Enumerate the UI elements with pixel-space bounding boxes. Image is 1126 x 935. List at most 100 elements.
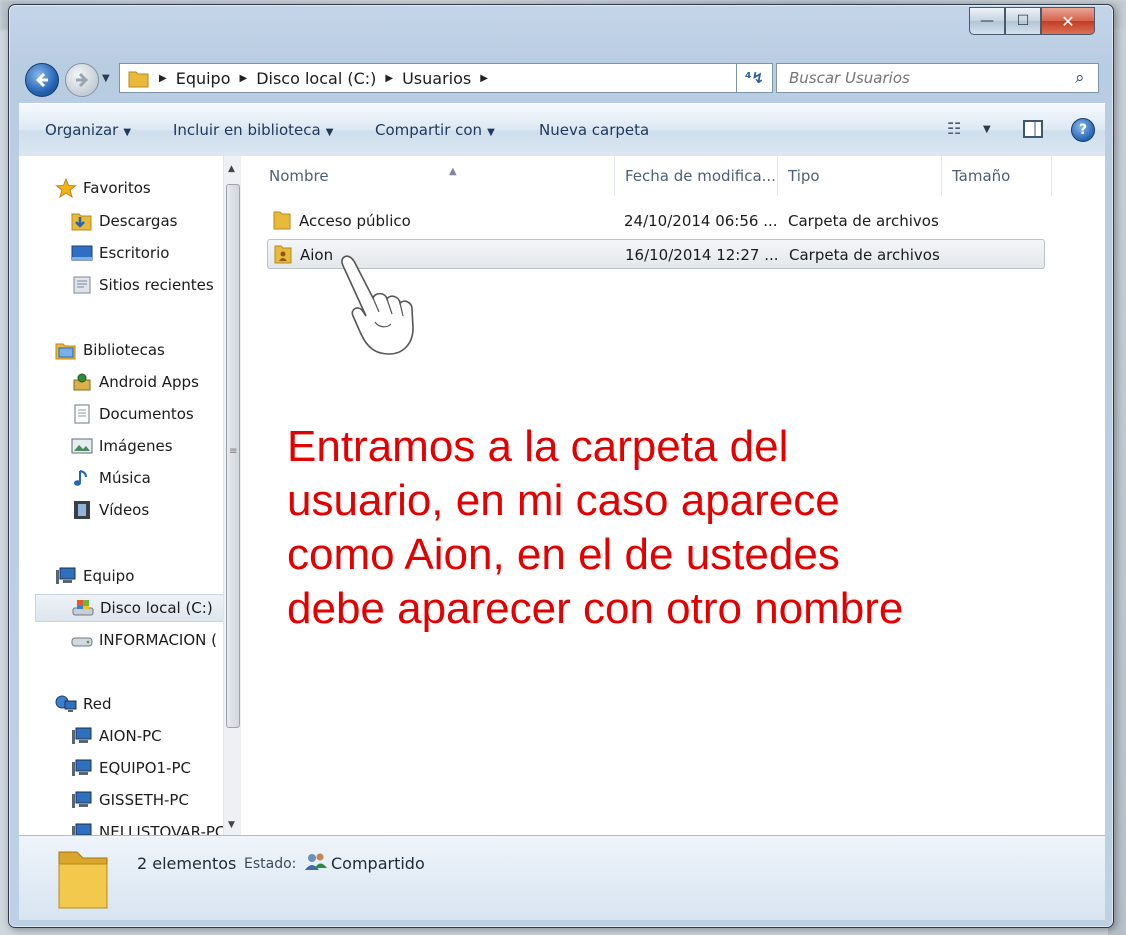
change-view-icon[interactable]: ☷ — [947, 119, 961, 138]
help-icon[interactable]: ? — [1071, 118, 1095, 142]
annotation-line-4: debe aparecer con otro nombre — [287, 584, 904, 633]
organize-label: Organizar — [45, 121, 119, 139]
breadcrumb-separator-icon[interactable]: ▶ — [240, 73, 248, 84]
state-value: Compartido — [331, 854, 425, 873]
search-input[interactable] — [776, 63, 1099, 93]
breadcrumb-disco-local[interactable]: Disco local (C:) — [256, 69, 376, 88]
star-icon — [55, 177, 77, 199]
computer-icon — [71, 758, 93, 778]
nav-pc-aion[interactable]: AION-PC — [71, 722, 162, 750]
share-with-button[interactable]: Compartir con ▼ — [375, 121, 495, 139]
breadcrumb-usuarios[interactable]: Usuarios — [402, 69, 471, 88]
nav-android-apps[interactable]: Android Apps — [71, 368, 199, 396]
breadcrumb-equipo[interactable]: Equipo — [176, 69, 231, 88]
nav-videos[interactable]: Vídeos — [71, 496, 149, 524]
nav-desktop[interactable]: Escritorio — [71, 239, 169, 267]
column-name-label: Nombre — [269, 167, 329, 185]
network-icon — [55, 694, 77, 714]
nav-favorites[interactable]: Favoritos — [55, 174, 151, 202]
recent-places-icon — [71, 275, 93, 295]
organize-button[interactable]: Organizar ▼ — [45, 121, 131, 139]
nav-info-drive-label: INFORMACION ( — [99, 631, 217, 649]
file-date: 16/10/2014 12:27 ... — [625, 246, 779, 264]
file-date: 24/10/2014 06:56 ... — [624, 212, 778, 230]
address-row: ▼ ▶ Equipo ▶ Disco local (C:) ▶ Usuarios… — [9, 59, 1113, 99]
maximize-button[interactable]: ☐ — [1005, 7, 1041, 35]
nav-pc-gisseth[interactable]: GISSETH-PC — [71, 786, 189, 814]
scroll-down-icon[interactable]: ▼ — [228, 820, 235, 830]
file-row[interactable]: Acceso público 24/10/2014 06:56 ... Carp… — [267, 206, 1045, 236]
pointing-hand-icon — [341, 255, 414, 355]
scroll-up-icon[interactable]: ▲ — [228, 164, 235, 174]
annotation-line-3: como Aion, en el de ustedes — [287, 530, 840, 579]
nav-music-label: Música — [99, 469, 151, 487]
nav-info-drive[interactable]: INFORMACION ( — [71, 626, 217, 654]
column-header-name[interactable]: Nombre ▲ — [259, 156, 615, 196]
breadcrumb-separator-icon[interactable]: ▶ — [480, 73, 488, 84]
computer-icon — [55, 566, 77, 586]
column-header-type[interactable]: Tipo — [778, 156, 942, 196]
nav-android-label: Android Apps — [99, 373, 199, 391]
nav-music[interactable]: Música — [71, 464, 151, 492]
music-note-icon — [71, 468, 93, 488]
explorer-window: — ☐ ✕ ▼ ▶ Equipo ▶ Disco local (C:) ▶ Us… — [8, 4, 1114, 928]
forward-button[interactable] — [65, 63, 99, 97]
refresh-button[interactable]: ⁴↯ — [736, 63, 773, 93]
film-icon — [71, 500, 93, 520]
scroll-grip-icon: ≡ — [229, 446, 238, 457]
breadcrumb-separator-icon[interactable]: ▶ — [159, 73, 167, 84]
user-folder-icon — [274, 245, 292, 264]
nav-recent-label: Sitios recientes — [99, 276, 214, 294]
nav-images[interactable]: Imágenes — [71, 432, 173, 460]
computer-icon — [71, 822, 93, 835]
include-in-library-button[interactable]: Incluir en biblioteca ▼ — [173, 121, 333, 139]
column-header-date[interactable]: Fecha de modifica... — [615, 156, 778, 196]
nav-downloads-label: Descargas — [99, 212, 178, 230]
history-dropdown-icon[interactable]: ▼ — [102, 73, 110, 84]
preview-pane-icon[interactable] — [1023, 120, 1043, 138]
nav-computer[interactable]: Equipo — [55, 562, 134, 590]
computer-icon — [71, 726, 93, 746]
nav-documents[interactable]: Documentos — [71, 400, 194, 428]
desktop-icon — [71, 243, 93, 263]
nav-local-disk[interactable]: Disco local (C:) — [35, 594, 235, 622]
nav-recent-places[interactable]: Sitios recientes — [71, 271, 214, 299]
nav-libraries-label: Bibliotecas — [83, 341, 165, 359]
nav-libraries[interactable]: Bibliotecas — [55, 336, 165, 364]
documents-icon — [71, 404, 93, 424]
annotation-line-1: Entramos a la carpeta del — [287, 422, 789, 471]
search-icon[interactable]: ⌕ — [1075, 68, 1085, 88]
arrow-right-icon — [76, 72, 89, 88]
folder-icon — [128, 71, 149, 88]
nav-videos-label: Vídeos — [99, 501, 150, 519]
arrow-left-icon — [35, 72, 48, 88]
command-bar: Organizar ▼ Incluir en biblioteca ▼ Compar… — [19, 103, 1105, 157]
column-header-size[interactable]: Tamaño — [942, 156, 1052, 196]
file-name: Acceso público — [299, 212, 411, 230]
nav-pc-nellistovar[interactable]: NELLISTOVAR-PC — [71, 818, 225, 835]
chevron-down-icon: ▼ — [487, 127, 495, 138]
file-list: Nombre ▲ Fecha de modifica... Tipo Tamañ… — [241, 156, 1105, 835]
share-label: Compartir con — [375, 121, 483, 139]
new-folder-button[interactable]: Nueva carpeta — [539, 121, 649, 139]
nav-desktop-label: Escritorio — [99, 244, 170, 262]
chevron-down-icon[interactable]: ▼ — [983, 124, 991, 135]
nav-downloads[interactable]: Descargas — [71, 207, 177, 235]
breadcrumb-separator-icon[interactable]: ▶ — [385, 73, 393, 84]
include-label: Incluir en biblioteca — [173, 121, 321, 139]
item-count: 2 elementos — [137, 854, 237, 873]
shared-users-icon — [305, 853, 327, 870]
close-button[interactable]: ✕ — [1041, 7, 1095, 35]
nav-pc-nellistovar-label: NELLISTOVAR-PC — [99, 823, 226, 835]
minimize-button[interactable]: — — [969, 7, 1005, 35]
nav-scrollbar[interactable]: ▲ ≡ ▼ — [223, 156, 241, 835]
nav-local-disk-label: Disco local (C:) — [100, 599, 213, 617]
nav-pc-equipo1[interactable]: EQUIPO1-PC — [71, 754, 191, 782]
address-bar[interactable]: ▶ Equipo ▶ Disco local (C:) ▶ Usuarios ▶… — [119, 63, 773, 93]
chevron-down-icon: ▼ — [325, 127, 334, 138]
nav-network[interactable]: Red — [55, 690, 112, 718]
drive-icon — [71, 630, 93, 650]
annotation-line-2: usuario, en mi caso aparece — [287, 476, 840, 525]
back-button[interactable] — [25, 63, 59, 97]
nav-images-label: Imágenes — [99, 437, 173, 455]
